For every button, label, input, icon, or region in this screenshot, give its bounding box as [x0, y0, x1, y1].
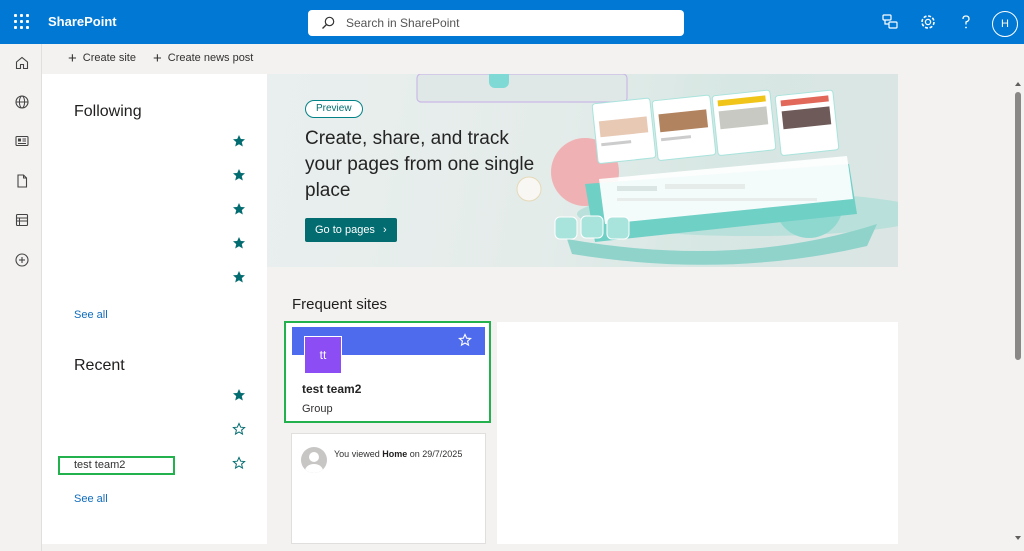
- recent-see-all-link[interactable]: See all: [74, 493, 108, 505]
- site-type: Group: [302, 403, 333, 415]
- settings-icon[interactable]: [918, 12, 938, 32]
- person-avatar-icon: [301, 447, 327, 473]
- star-outline-icon[interactable]: [232, 422, 246, 436]
- help-icon[interactable]: [956, 12, 976, 32]
- app-brand[interactable]: SharePoint: [48, 14, 117, 29]
- activity-text: You viewed Home on 29/7/2025: [334, 449, 462, 459]
- star-filled-icon[interactable]: [232, 236, 246, 250]
- app-launcher-icon[interactable]: [14, 14, 30, 30]
- app-bar: [0, 44, 42, 551]
- star-outline-icon[interactable]: [232, 456, 246, 470]
- site-name: test team2: [302, 382, 362, 396]
- scroll-down-icon[interactable]: [1015, 536, 1021, 540]
- home-icon[interactable]: [14, 55, 30, 71]
- left-panel: Following See all Recent test team2 See …: [42, 74, 267, 544]
- suite-header: SharePoint H: [0, 0, 1024, 44]
- recent-title: Recent: [74, 357, 125, 374]
- create-news-post-label: Create news post: [167, 52, 254, 64]
- activity-middle: on: [409, 449, 420, 459]
- following-title: Following: [74, 103, 142, 120]
- create-news-post-button[interactable]: + Create news post: [153, 49, 254, 67]
- user-avatar[interactable]: H: [992, 11, 1018, 37]
- search-input[interactable]: [346, 10, 666, 36]
- search-box[interactable]: [308, 10, 684, 36]
- add-icon: +: [153, 49, 162, 67]
- news-icon[interactable]: [14, 133, 30, 149]
- star-filled-icon[interactable]: [232, 270, 246, 284]
- site-activity-card[interactable]: You viewed Home on 29/7/2025: [291, 433, 486, 544]
- star-filled-icon[interactable]: [232, 168, 246, 182]
- site-logo: tt: [304, 336, 342, 374]
- scroll-thumb[interactable]: [1015, 92, 1021, 360]
- banner-title: Create, share, and track your pages from…: [305, 128, 535, 201]
- star-outline-icon[interactable]: [458, 333, 472, 347]
- share-feedback-icon[interactable]: [880, 12, 900, 32]
- list-icon[interactable]: [14, 212, 30, 228]
- create-site-button[interactable]: + Create site: [68, 49, 136, 67]
- preview-banner: Preview Create, share, and track your pa…: [267, 74, 898, 267]
- go-to-pages-label: Go to pages: [315, 224, 375, 236]
- star-filled-icon[interactable]: [232, 134, 246, 148]
- site-card-test-team2[interactable]: tt test team2 Group: [284, 321, 491, 423]
- page-scrollbar[interactable]: [1012, 74, 1024, 544]
- star-filled-icon[interactable]: [232, 388, 246, 402]
- frequent-sites-title: Frequent sites: [292, 296, 388, 313]
- document-icon[interactable]: [14, 173, 30, 189]
- activity-page[interactable]: Home: [382, 449, 407, 459]
- content-area: [497, 322, 898, 544]
- activity-date: 29/7/2025: [422, 449, 463, 459]
- add-circle-icon[interactable]: [14, 252, 30, 268]
- create-site-label: Create site: [82, 52, 136, 64]
- chevron-right-icon: ›: [382, 224, 387, 236]
- recent-item-test-team2[interactable]: test team2: [58, 456, 175, 475]
- preview-badge: Preview: [305, 100, 363, 118]
- activity-prefix: You viewed: [334, 449, 380, 459]
- add-icon: +: [68, 49, 77, 67]
- scroll-up-icon[interactable]: [1015, 82, 1021, 86]
- command-bar: + Create site + Create news post: [42, 44, 1024, 74]
- search-icon: [322, 16, 335, 29]
- star-filled-icon[interactable]: [232, 202, 246, 216]
- globe-icon[interactable]: [14, 94, 30, 110]
- go-to-pages-button[interactable]: Go to pages ›: [305, 218, 397, 242]
- following-see-all-link[interactable]: See all: [74, 309, 108, 321]
